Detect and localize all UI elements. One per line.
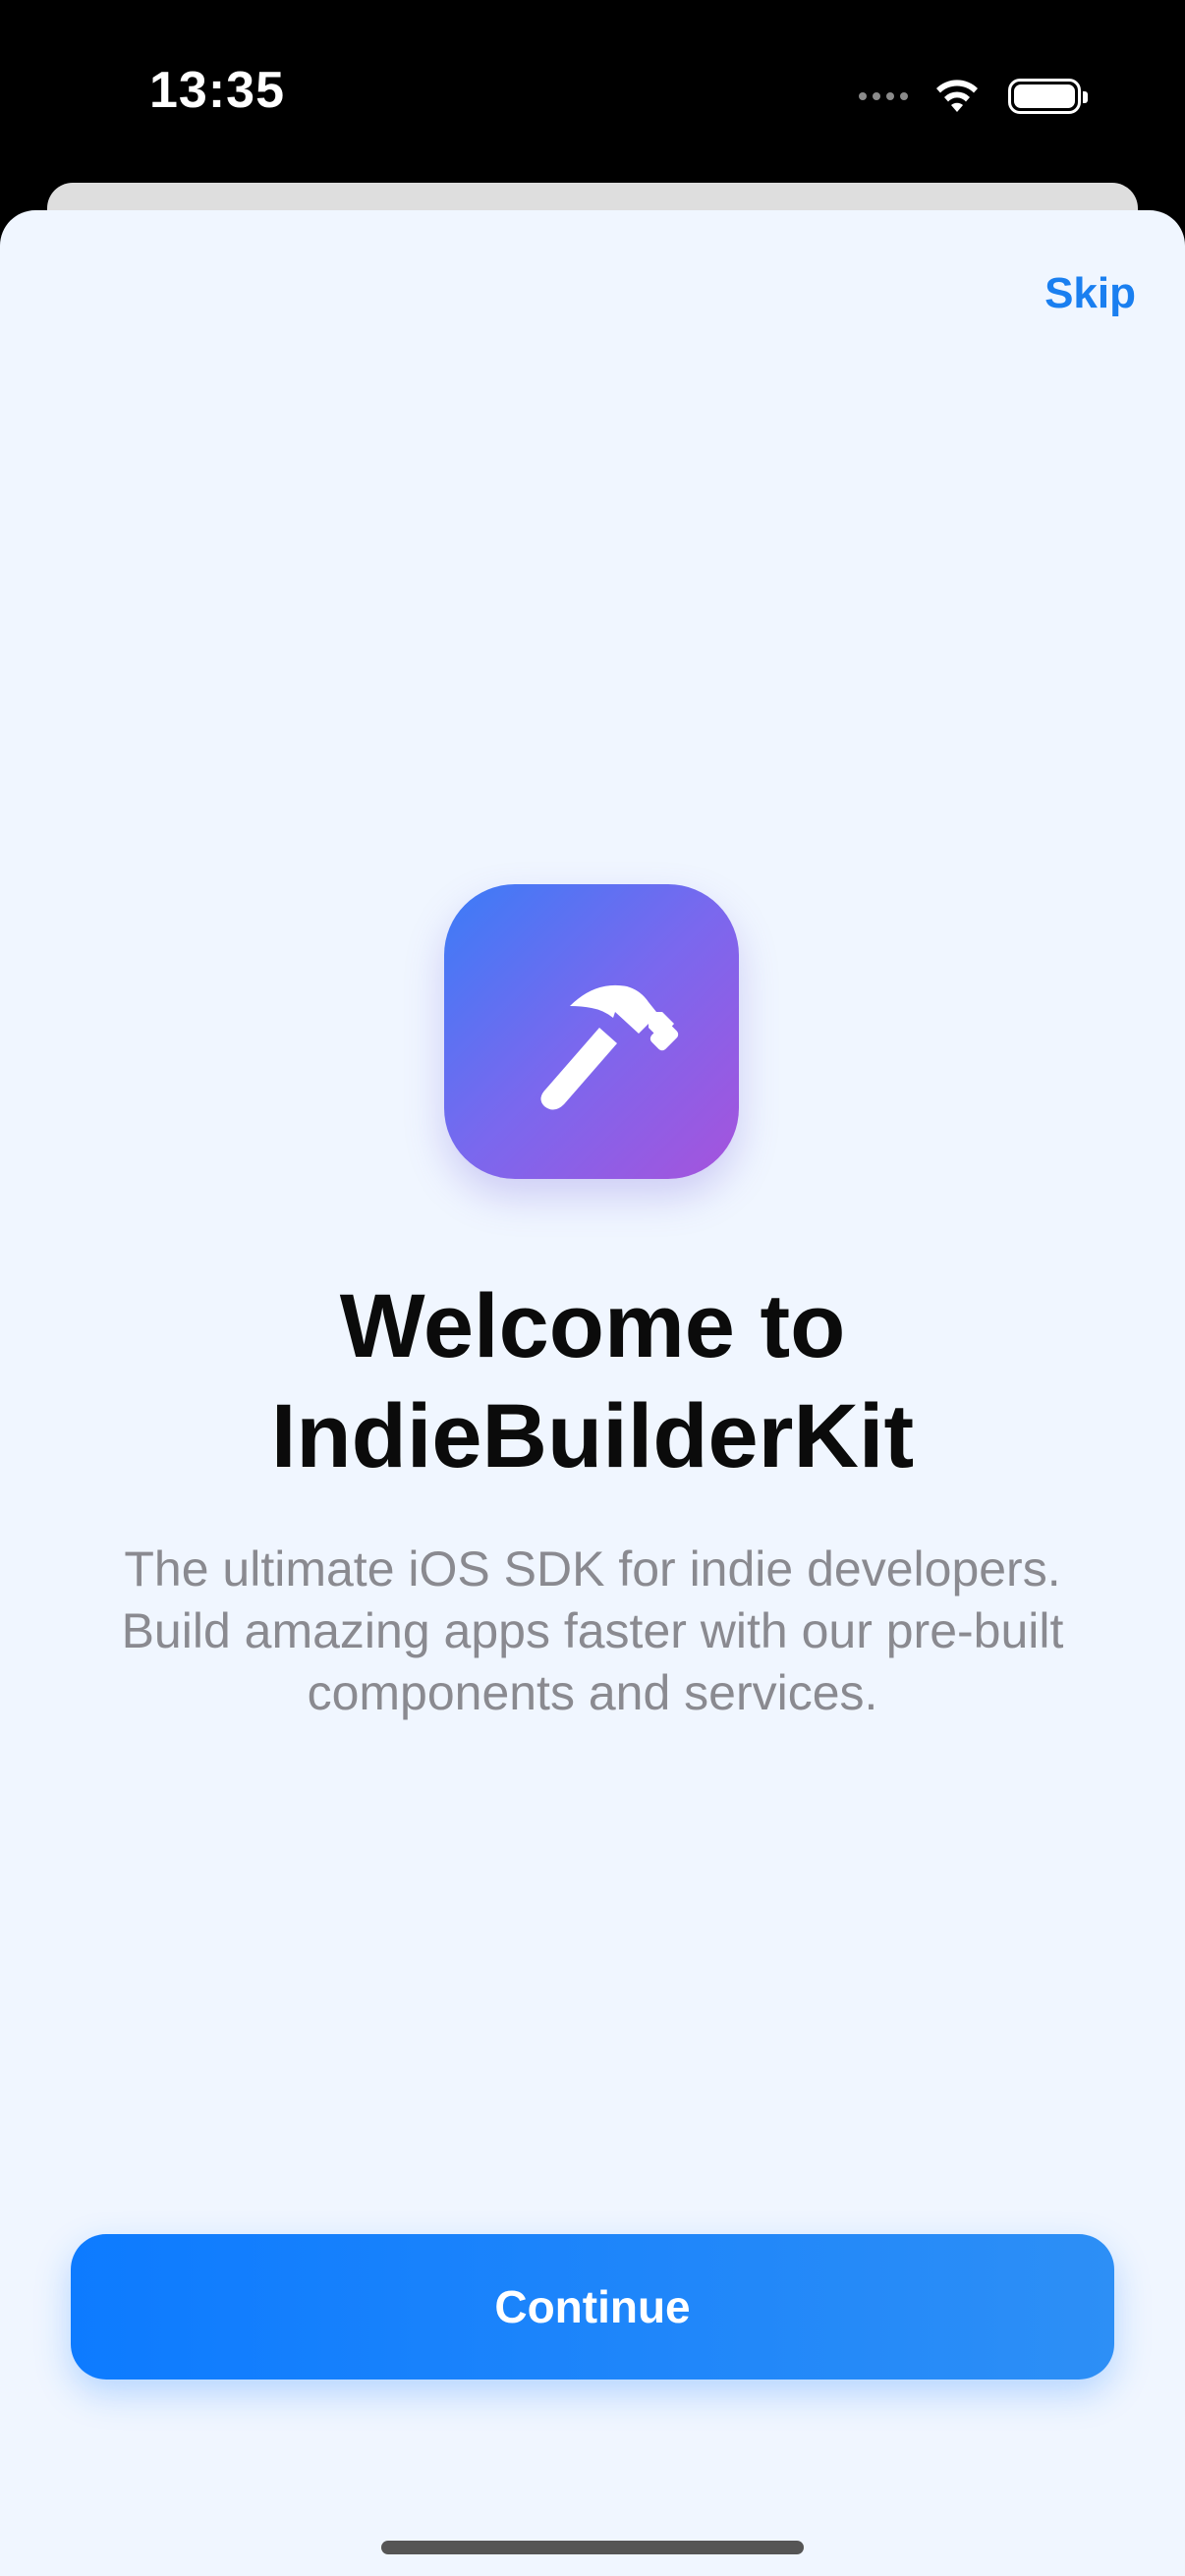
subtitle-line: Build amazing apps faster with our pre-b… (121, 1603, 1064, 1658)
title-line: Welcome to (339, 1276, 846, 1376)
title-line: IndieBuilderKit (270, 1386, 915, 1486)
status-icons (859, 75, 1088, 118)
screen: 13:35 Skip Welcome to IndieBuilderKit Th… (0, 0, 1185, 2576)
continue-button[interactable]: Continue (71, 2234, 1114, 2380)
status-bar: 13:35 (0, 0, 1185, 187)
onboarding-sheet: Skip Welcome to IndieBuilderKit The ulti… (0, 210, 1185, 2576)
battery-icon (1008, 79, 1088, 114)
hammer-icon (540, 984, 679, 1110)
status-time: 13:35 (149, 62, 285, 119)
wifi-icon (936, 80, 978, 112)
home-indicator[interactable] (381, 2541, 804, 2554)
signal-dots-icon (859, 92, 908, 100)
app-icon (444, 884, 739, 1179)
welcome-subtitle: The ultimate iOS SDK for indie developer… (59, 1539, 1126, 1724)
welcome-title: Welcome to IndieBuilderKit (0, 1271, 1185, 1491)
skip-button[interactable]: Skip (1044, 269, 1136, 318)
subtitle-line: components and services. (307, 1665, 878, 1720)
subtitle-line: The ultimate iOS SDK for indie developer… (124, 1541, 1061, 1596)
